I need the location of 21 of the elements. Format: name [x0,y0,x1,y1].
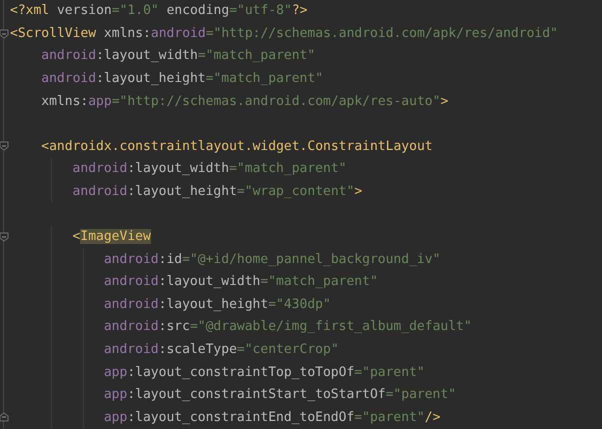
code-line: app:layout_constraintTop_toTopOf="parent" [104,364,425,382]
fold-marker-icon[interactable] [0,28,9,39]
fold-marker-icon[interactable] [0,141,9,152]
code-line: xmlns:app="http://schemas.android.com/apk/res-auto"> [41,92,448,111]
code-line: <ImageView [72,228,151,246]
code-line: android:src="@drawable/img_first_album_default" [104,318,472,336]
fold-marker-icon[interactable] [0,232,9,242]
code-line: android:scaleType="centerCrop" [104,340,339,359]
code-line: android:layout_height="430dp" [104,296,331,314]
code-line: android:layout_width="match_parent" [41,47,316,66]
code-line: <?xml version="1.0" encoding="utf-8"?> [10,2,308,20]
code-line: android:layout_width="match_parent" [104,273,378,292]
code-line: app:layout_constraintStart_toStartOf="parent" [104,386,456,404]
code-line: app:layout_constraintEnd_toEndOf="parent"/> [104,408,440,427]
fold-marker-icon[interactable] [0,412,9,422]
code-line: android:id="@+id/home_pannel_background_iv" [104,250,440,269]
code-line: android:layout_height="wrap_content"> [72,182,362,201]
code-line: android:layout_width="match_parent" [72,160,346,178]
code-line: android:layout_height="match_parent" [41,70,324,88]
code-line: <androidx.constraintlayout.widget.ConstraintLayout [41,138,433,156]
code-line: <ScrollView xmlns:android="http://schemas.android.com/apk/res/android" [10,24,558,43]
